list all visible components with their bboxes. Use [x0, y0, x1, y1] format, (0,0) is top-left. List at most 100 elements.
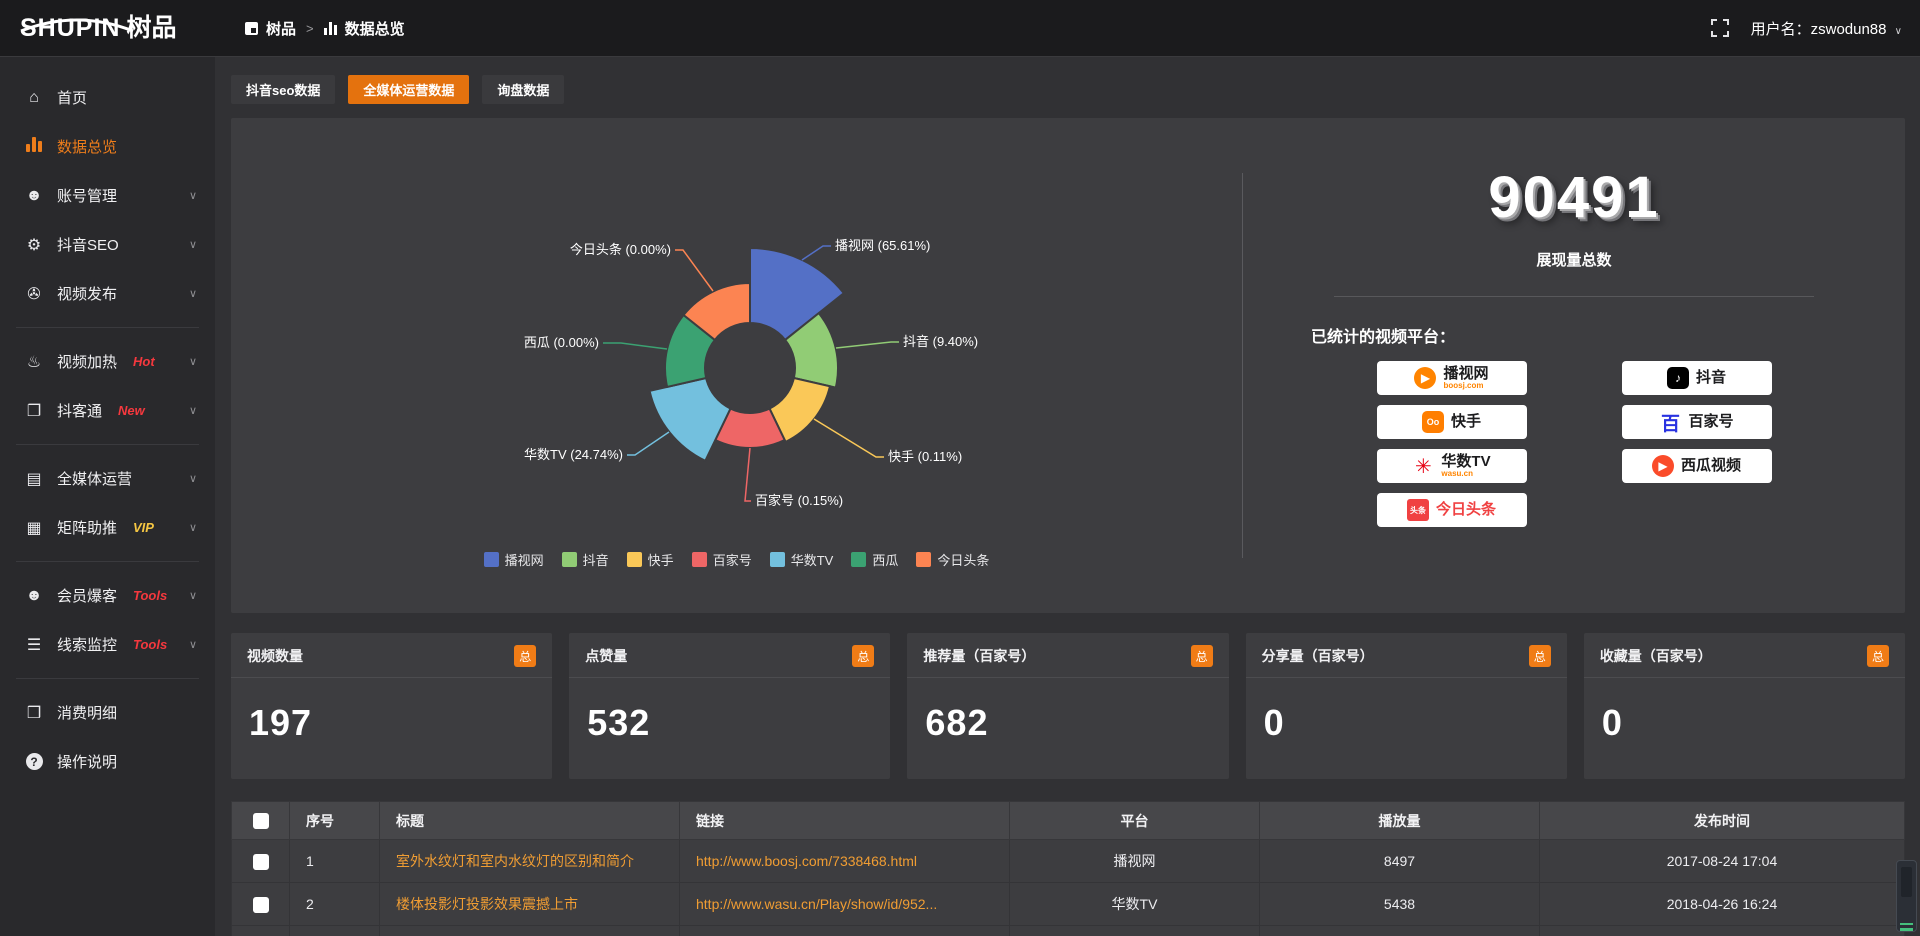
sidebar-item-12[interactable]: ❒消费明细 — [0, 688, 215, 737]
sidebar-item-4[interactable]: ⚙抖音SEO∨ — [0, 220, 215, 269]
table-header-row: 序号标题链接平台播放量发布时间 — [232, 802, 1905, 840]
legend-item-抖音[interactable]: 抖音 — [562, 550, 609, 569]
platform-name: 快手 — [1451, 414, 1481, 430]
legend-label: 播视网 — [505, 550, 544, 569]
table-header-1: 序号 — [290, 802, 380, 840]
stat-cards-row: 视频数量总197点赞量总532推荐量（百家号）总682分享量（百家号）总0收藏量… — [231, 633, 1905, 779]
boosj-icon: ▶ — [1414, 367, 1436, 389]
filter-icon: ☰ — [24, 635, 44, 655]
sidebar-badge: Hot — [133, 354, 155, 369]
video-table-panel: 序号标题链接平台播放量发布时间 1室外水纹灯和室内水纹灯的区别和简介http:/… — [231, 801, 1905, 936]
pie-label-line — [836, 342, 899, 348]
fullscreen-icon[interactable] — [1711, 19, 1729, 37]
pie-label-line — [802, 246, 831, 260]
sidebar-item-9[interactable]: ▦矩阵助推VIP∨ — [0, 503, 215, 552]
pie-label-line — [603, 343, 667, 349]
legend-item-西瓜[interactable]: 西瓜 — [851, 550, 898, 569]
sidebar-item-6[interactable]: ♨视频加热Hot∨ — [0, 337, 215, 386]
cell-link[interactable]: http://www.boosj.com/7338468.html — [680, 840, 1010, 883]
pie-label: 百家号 (0.15%) — [755, 493, 843, 508]
sidebar-item-label: 消费明细 — [57, 702, 117, 723]
sidebar-item-7[interactable]: ❐抖客通New∨ — [0, 386, 215, 435]
sidebar-item-11[interactable]: ☰ 线索监控 Tools ∨ — [0, 620, 215, 669]
pie-slice-播视网 — [750, 248, 844, 340]
wasu-icon: ✳ — [1412, 455, 1434, 477]
video-heat-icon: ♨ — [24, 352, 44, 372]
platform-grid: ▶播视网boosj.com♪抖音Oo快手百百家号✳华数TVwasu.cn▶西瓜视… — [1243, 361, 1905, 527]
pie-label: 西瓜 (0.00%) — [524, 335, 599, 350]
table-header-3: 链接 — [680, 802, 1010, 840]
legend-item-华数TV[interactable]: 华数TV — [770, 550, 834, 569]
rose-chart: 播视网 (65.61%)抖音 (9.40%)快手 (0.11%)百家号 (0.1… — [231, 118, 1242, 613]
cell-plays: 8497 — [1260, 840, 1540, 883]
total-badge: 总 — [1191, 645, 1213, 667]
pie-label-line — [814, 419, 884, 457]
floating-widget[interactable] — [1896, 860, 1917, 932]
sidebar-item-2[interactable]: 数据总览 — [0, 122, 215, 171]
tab-bar: 抖音seo数据全媒体运营数据询盘数据 — [231, 75, 1905, 104]
total-badge: 总 — [514, 645, 536, 667]
sidebar-item-label: 线索监控 — [57, 634, 117, 655]
cell-link[interactable]: http://www.wasu.cn/Play/show/id/952... — [680, 883, 1010, 926]
chevron-down-icon: ∨ — [189, 472, 197, 485]
home-icon: ⌂ — [24, 89, 44, 107]
sidebar-item-10[interactable]: ☻会员爆客Tools∨ — [0, 571, 215, 620]
sidebar-item-1[interactable]: ⌂首页 — [0, 73, 215, 122]
stat-title: 收藏量（百家号） — [1600, 646, 1712, 666]
platform-name: 播视网 — [1443, 366, 1488, 382]
cell-platform: 播视网 — [1010, 840, 1260, 883]
chevron-down-icon: ∨ — [189, 355, 197, 368]
stat-card-1: 视频数量总197 — [231, 633, 552, 779]
sidebar-item-label: 会员爆客 — [57, 585, 117, 606]
tab-2[interactable]: 全媒体运营数据 — [348, 75, 469, 104]
cell-title[interactable]: 楼体投影灯投影效果震撼上市 — [380, 883, 680, 926]
douyin-icon: ♪ — [1667, 367, 1689, 389]
legend-label: 百家号 — [713, 550, 752, 569]
table-row: 2楼体投影灯投影效果震撼上市http://www.wasu.cn/Play/sh… — [232, 883, 1905, 926]
sidebar-badge: Tools — [133, 637, 167, 652]
user-menu[interactable]: 用户名：zswodun88 ∨ — [1751, 18, 1902, 39]
pie-label: 抖音 (9.40%) — [903, 334, 978, 349]
stat-card-5: 收藏量（百家号）总0 — [1584, 633, 1905, 779]
legend-swatch — [562, 552, 577, 567]
rose-chart-svg: 播视网 (65.61%)抖音 (9.40%)快手 (0.11%)百家号 (0.1… — [231, 118, 1242, 613]
tab-3[interactable]: 询盘数据 — [482, 75, 564, 104]
pie-label: 今日头条 (0.00%) — [570, 242, 671, 257]
row-checkbox[interactable] — [253, 854, 269, 870]
legend-item-快手[interactable]: 快手 — [627, 550, 674, 569]
sidebar-item-13[interactable]: ?操作说明 — [0, 737, 215, 786]
sidebar-item-8[interactable]: ▤全媒体运营∨ — [0, 454, 215, 503]
table-row-partial — [232, 926, 1905, 936]
breadcrumb-root[interactable]: 树品 — [266, 18, 296, 39]
table-header-2: 标题 — [380, 802, 680, 840]
chevron-down-icon: ∨ — [189, 638, 197, 651]
select-all-checkbox[interactable] — [253, 813, 269, 829]
platform-badge-百家号: 百百家号 — [1622, 405, 1772, 439]
sidebar-item-label: 抖音SEO — [57, 234, 119, 255]
sidebar-divider — [16, 561, 199, 562]
tab-1[interactable]: 抖音seo数据 — [231, 75, 335, 104]
chevron-down-icon: ∨ — [1895, 26, 1902, 37]
table-header-4: 平台 — [1010, 802, 1260, 840]
summary-panel: 90491 展现量总数 已统计的视频平台： ▶播视网boosj.com♪抖音Oo… — [1243, 118, 1905, 613]
stat-value: 0 — [1246, 678, 1567, 744]
sidebar-item-3[interactable]: ☻账号管理∨ — [0, 171, 215, 220]
user-icon: ☻ — [24, 187, 44, 205]
breadcrumb-separator: > — [306, 21, 314, 36]
toutiao-icon: 头条 — [1407, 499, 1429, 521]
sidebar-item-5[interactable]: ✇视频发布∨ — [0, 269, 215, 318]
cell-time: 2018-04-26 16:24 — [1540, 883, 1905, 926]
legend-item-播视网[interactable]: 播视网 — [484, 550, 544, 569]
total-impressions-label: 展现量总数 — [1243, 249, 1905, 270]
stat-value: 682 — [907, 678, 1228, 744]
chevron-down-icon: ∨ — [189, 589, 197, 602]
pie-label: 华数TV (24.74%) — [524, 447, 623, 462]
row-checkbox[interactable] — [253, 897, 269, 913]
legend-item-今日头条[interactable]: 今日头条 — [916, 550, 989, 569]
breadcrumb-current: 数据总览 — [345, 18, 405, 39]
total-badge: 总 — [852, 645, 874, 667]
legend-label: 西瓜 — [872, 550, 898, 569]
cell-title[interactable]: 室外水纹灯和室内水纹灯的区别和简介 — [380, 840, 680, 883]
legend-swatch — [692, 552, 707, 567]
legend-item-百家号[interactable]: 百家号 — [692, 550, 752, 569]
